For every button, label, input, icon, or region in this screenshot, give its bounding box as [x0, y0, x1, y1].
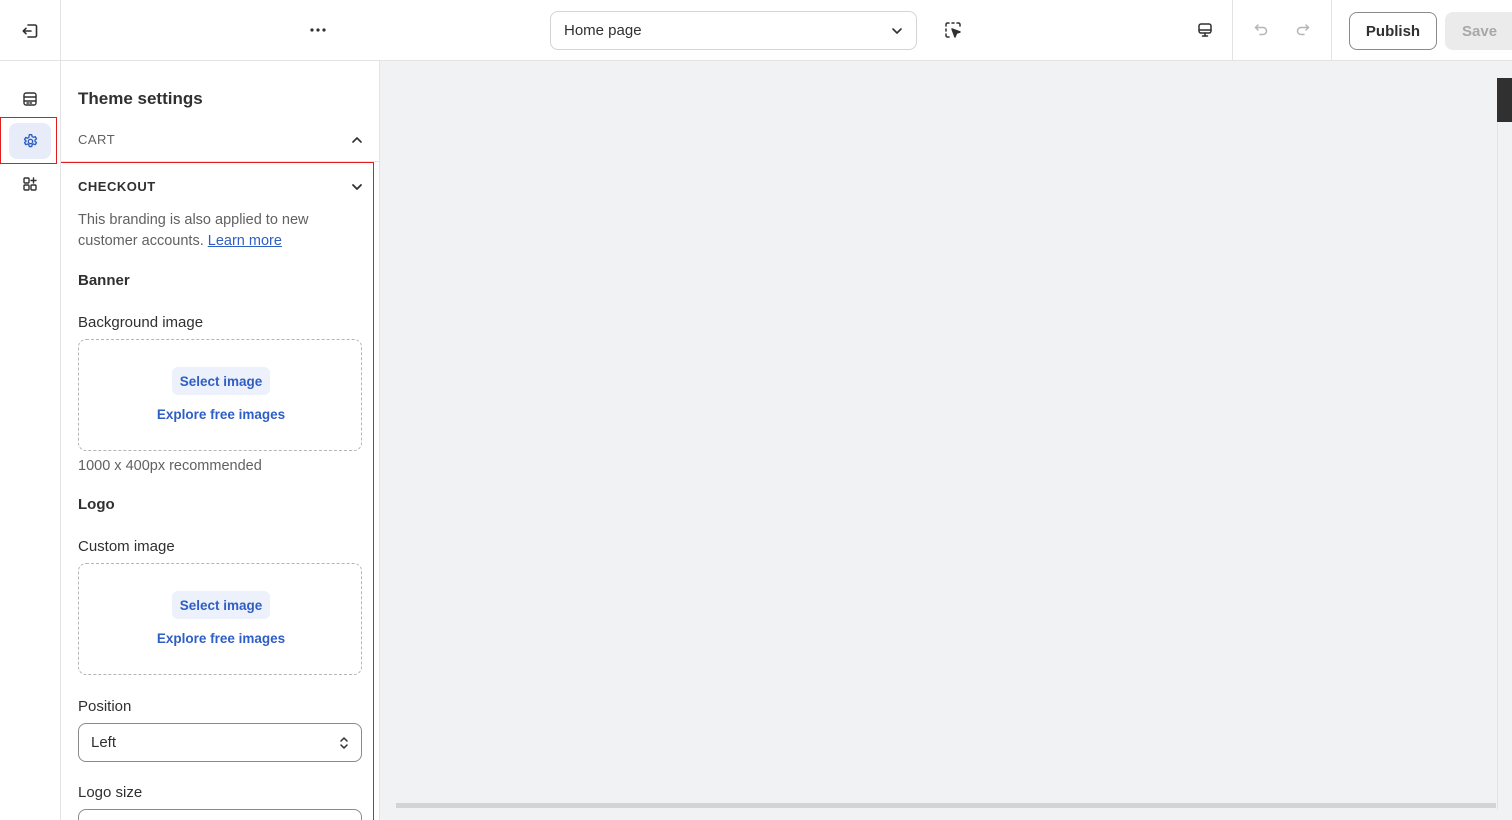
custom-image-dropzone[interactable]: Select image Explore free images — [78, 563, 362, 675]
logo-size-select[interactable] — [78, 809, 362, 820]
background-image-dropzone[interactable]: Select image Explore free images — [78, 339, 362, 451]
custom-image-label: Custom image — [78, 538, 175, 555]
explore-free-images-link[interactable]: Explore free images — [79, 631, 363, 646]
toolbar-divider — [1331, 0, 1332, 61]
preview-scrollbar[interactable] — [1497, 61, 1512, 820]
chevron-down-icon — [892, 27, 902, 34]
redo-button[interactable] — [1289, 15, 1317, 45]
publish-button[interactable]: Publish — [1349, 12, 1437, 50]
page-selector-label: Home page — [564, 22, 642, 39]
chevron-up-icon — [352, 136, 362, 143]
sections-icon — [23, 92, 37, 106]
checkout-section-header[interactable]: CHECKOUT — [78, 179, 363, 194]
chevron-up-down-icon — [340, 736, 348, 749]
position-select[interactable]: Left — [78, 723, 362, 762]
apps-add-icon — [23, 177, 37, 191]
theme-settings-panel: Theme settings CART CHECKOUT This brandi… — [61, 61, 380, 820]
select-image-button[interactable]: Select image — [172, 367, 270, 395]
cart-section-header[interactable]: CART — [78, 132, 363, 147]
select-cursor-icon — [945, 22, 961, 38]
highlight-box — [0, 117, 57, 164]
desktop-icon — [1198, 23, 1212, 37]
chevron-down-icon — [352, 183, 362, 190]
cart-section-label: CART — [78, 132, 116, 147]
save-button[interactable]: Save — [1445, 12, 1512, 50]
scrollbar-track — [1497, 122, 1512, 810]
horizontal-scrollbar[interactable] — [396, 803, 1496, 808]
position-select-value: Left — [91, 734, 117, 751]
undo-button[interactable] — [1247, 15, 1275, 45]
left-rail — [0, 61, 61, 820]
preview-canvas[interactable] — [380, 61, 1512, 820]
panel-title: Theme settings — [78, 89, 203, 108]
rail-item-apps[interactable] — [9, 166, 51, 202]
learn-more-link[interactable]: Learn more — [208, 233, 282, 249]
desktop-view-button[interactable] — [1190, 15, 1220, 45]
exit-button[interactable] — [0, 0, 61, 61]
logo-size-label: Logo size — [78, 784, 143, 801]
exit-icon — [22, 23, 38, 38]
explore-free-images-link[interactable]: Explore free images — [79, 407, 363, 422]
checkout-help-text: This branding is also applied to new cus… — [78, 210, 348, 252]
redo-icon — [1296, 24, 1310, 36]
highlight-box — [61, 162, 374, 820]
scrollbar-thumb[interactable] — [1497, 78, 1512, 122]
logo-heading: Logo — [78, 496, 115, 513]
rail-item-sections[interactable] — [9, 81, 51, 117]
page-selector[interactable]: Home page — [550, 11, 917, 50]
undo-icon — [1254, 24, 1268, 36]
select-image-button[interactable]: Select image — [172, 591, 270, 619]
top-bar: Home page Publish Save — [0, 0, 1512, 61]
background-image-hint: 1000 x 400px recommended — [78, 458, 262, 474]
position-label: Position — [78, 698, 132, 715]
checkout-section-label: CHECKOUT — [78, 179, 156, 194]
more-actions-button[interactable] — [300, 15, 336, 45]
toolbar-divider — [1232, 0, 1233, 61]
banner-heading: Banner — [78, 272, 130, 289]
background-image-label: Background image — [78, 314, 204, 331]
inspector-button[interactable] — [938, 15, 968, 45]
ellipsis-icon — [310, 28, 326, 32]
